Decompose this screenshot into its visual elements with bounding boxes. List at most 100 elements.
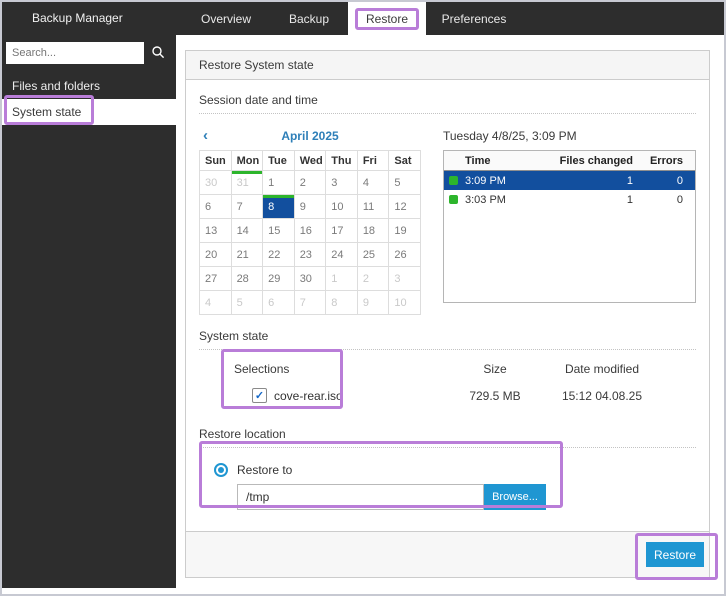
calendar-day-cell[interactable]: 7: [294, 291, 326, 315]
calendar-weeks: 3031123456789101112131415161718192021222…: [200, 171, 421, 315]
calendar-day-cell[interactable]: 4: [200, 291, 232, 315]
calendar-day-cell[interactable]: 3: [326, 171, 358, 195]
calendar-week-row: 303112345: [200, 171, 421, 195]
session-errors: 0: [633, 175, 695, 187]
restore-to-radio[interactable]: [214, 463, 228, 477]
session-errors: 0: [633, 194, 695, 206]
tab-label: Backup: [289, 12, 329, 26]
restore-panel: Restore System state Session date and ti…: [185, 50, 710, 578]
calendar-day-cell[interactable]: 30: [294, 267, 326, 291]
selection-date-modified-value: 15:12 04.08.25: [546, 389, 658, 403]
calendar-day-cell[interactable]: 11: [357, 195, 389, 219]
selection-checkbox[interactable]: ✓: [252, 388, 267, 403]
tab-restore[interactable]: Restore: [348, 2, 426, 35]
calendar-day-cell[interactable]: 18: [357, 219, 389, 243]
calendar-prev-icon[interactable]: ‹: [203, 128, 208, 144]
top-bar: Backup Manager Overview Backup Restore Pref…: [2, 2, 724, 35]
session-row[interactable]: 3:09 PM10: [444, 171, 695, 190]
calendar-day-cell[interactable]: 3: [389, 267, 421, 291]
sidebar-item-files-and-folders[interactable]: Files and folders: [2, 74, 176, 99]
search-button[interactable]: [144, 42, 172, 64]
calendar-day-cell[interactable]: 21: [231, 243, 263, 267]
restore-button[interactable]: Restore: [646, 542, 704, 567]
calendar-day-cell[interactable]: 14: [231, 219, 263, 243]
session-files-changed: 1: [513, 194, 633, 206]
column-time: Time: [444, 155, 513, 167]
calendar-day-cell[interactable]: 12: [389, 195, 421, 219]
calendar-day-cell[interactable]: 31: [231, 171, 263, 195]
calendar-day-cell[interactable]: 23: [294, 243, 326, 267]
calendar-day-cell[interactable]: 15: [263, 219, 295, 243]
calendar-day-cell[interactable]: 28: [231, 267, 263, 291]
calendar-day-cell[interactable]: 30: [200, 171, 232, 195]
calendar-week-row: 27282930123: [200, 267, 421, 291]
calendar-day-cell[interactable]: 6: [200, 195, 232, 219]
calendar-day-cell[interactable]: 19: [389, 219, 421, 243]
calendar-day-cell[interactable]: 8: [326, 291, 358, 315]
calendar-week-row: 13141516171819: [200, 219, 421, 243]
calendar-day-cell[interactable]: 5: [231, 291, 263, 315]
tab-preferences[interactable]: Preferences: [426, 2, 522, 35]
topbar-tabs: Overview Backup Restore Preferences: [182, 2, 522, 35]
calendar-day-header: Mon: [231, 151, 263, 171]
selection-size-value: 729.5 MB: [460, 389, 530, 403]
size-column-label: Size: [460, 362, 530, 376]
calendar-day-header: Thu: [326, 151, 358, 171]
calendar-day-cell[interactable]: 2: [294, 171, 326, 195]
calendar-day-header: Tue: [263, 151, 295, 171]
calendar: ‹ April 2025 SunMonTueWedThuFriSat 30311…: [199, 128, 421, 315]
calendar-day-cell[interactable]: 4: [357, 171, 389, 195]
calendar-day-cell[interactable]: 13: [200, 219, 232, 243]
selection-item: ✓ cove-rear.iso: [252, 388, 444, 403]
calendar-day-cell[interactable]: 1: [326, 267, 358, 291]
calendar-day-cell[interactable]: 9: [357, 291, 389, 315]
calendar-day-cell[interactable]: 10: [389, 291, 421, 315]
session-rows: 3:09 PM103:03 PM10: [444, 171, 695, 209]
tab-overview[interactable]: Overview: [182, 2, 270, 35]
calendar-day-cell[interactable]: 29: [263, 267, 295, 291]
calendar-week-row: 45678910: [200, 291, 421, 315]
tab-label: Preferences: [442, 12, 507, 26]
calendar-day-cell[interactable]: 27: [200, 267, 232, 291]
calendar-day-cell[interactable]: 24: [326, 243, 358, 267]
calendar-day-cell[interactable]: 1: [263, 171, 295, 195]
column-files-changed: Files changed: [513, 155, 633, 167]
session-list-title: Tuesday 4/8/25, 3:09 PM: [443, 128, 696, 150]
section-divider: [199, 113, 696, 114]
tab-backup[interactable]: Backup: [270, 2, 348, 35]
backup-manager-window: Backup Manager Overview Backup Restore Pref…: [0, 0, 726, 596]
calendar-day-cell[interactable]: 22: [263, 243, 295, 267]
calendar-day-cell[interactable]: 17: [326, 219, 358, 243]
calendar-week-row: 20212223242526: [200, 243, 421, 267]
calendar-day-cell[interactable]: 5: [389, 171, 421, 195]
sidebar-item-system-state[interactable]: System state: [2, 99, 176, 125]
calendar-day-header: Wed: [294, 151, 326, 171]
calendar-day-cell[interactable]: 9: [294, 195, 326, 219]
calendar-day-cell[interactable]: 8: [263, 195, 295, 219]
calendar-week-row: 6789101112: [200, 195, 421, 219]
app-title: Backup Manager: [2, 2, 182, 35]
panel-footer: Restore: [186, 531, 709, 577]
calendar-day-cell[interactable]: 20: [200, 243, 232, 267]
browse-button[interactable]: Browse...: [484, 484, 546, 510]
calendar-day-cell[interactable]: 7: [231, 195, 263, 219]
session-row[interactable]: 3:03 PM10: [444, 190, 695, 209]
search-icon: [151, 45, 165, 62]
session-list: Tuesday 4/8/25, 3:09 PM Time Files chang…: [443, 128, 696, 315]
sidebar-items: Files and foldersSystem state: [2, 74, 176, 125]
calendar-grid: SunMonTueWedThuFriSat 303112345678910111…: [199, 150, 421, 315]
panel-header: Restore System state: [186, 51, 709, 80]
search-input[interactable]: [6, 42, 144, 64]
calendar-day-cell[interactable]: 2: [357, 267, 389, 291]
restore-location-heading: Restore location: [199, 427, 696, 441]
session-files-changed: 1: [513, 175, 633, 187]
panel-body: Session date and time ‹ April 2025 SunMo…: [186, 80, 709, 510]
calendar-day-cell[interactable]: 16: [294, 219, 326, 243]
restore-path-input[interactable]: [237, 484, 484, 510]
column-errors: Errors: [633, 155, 695, 167]
restore-path-row: Browse...: [237, 484, 696, 510]
calendar-day-cell[interactable]: 26: [389, 243, 421, 267]
calendar-day-cell[interactable]: 6: [263, 291, 295, 315]
calendar-day-cell[interactable]: 10: [326, 195, 358, 219]
calendar-day-cell[interactable]: 25: [357, 243, 389, 267]
